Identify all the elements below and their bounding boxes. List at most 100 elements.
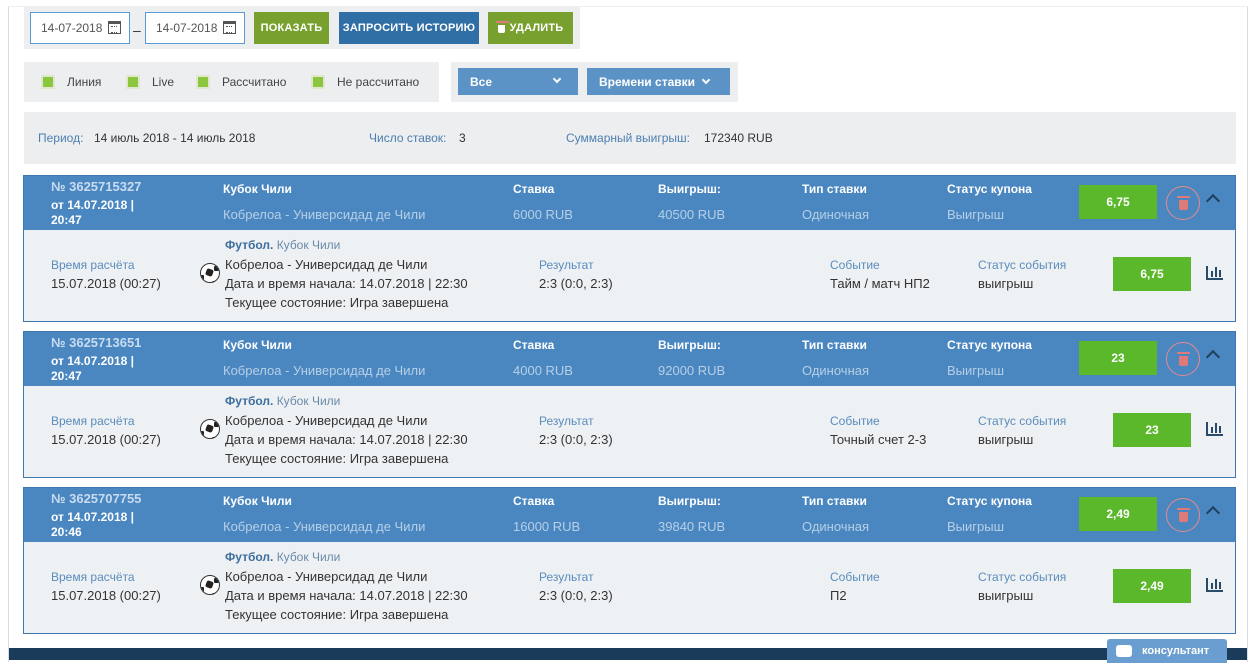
event-value: П2: [830, 588, 847, 603]
event-label: Событие: [830, 570, 880, 584]
chevron-up-icon[interactable]: [1205, 193, 1221, 209]
coupon-status-label: Статус купона: [947, 494, 1032, 508]
chat-icon: [1116, 645, 1132, 657]
coupon-odds-badge: 2,49: [1079, 497, 1157, 531]
coupon-odds-badge: 6,75: [1079, 185, 1157, 219]
stake-value: 6000 RUB: [513, 207, 573, 222]
tournament-title: Кубок Чили: [223, 494, 292, 508]
event-match: Кобрелоа - Универсидад де Чили: [225, 413, 428, 428]
filter-calculated[interactable]: Рассчитано: [196, 75, 286, 89]
chevron-up-icon[interactable]: [1205, 349, 1221, 365]
consultant-label: консультант: [1142, 645, 1210, 657]
coupon-status-label: Статус купона: [947, 338, 1032, 352]
stats-icon[interactable]: [1206, 422, 1223, 436]
sport-tournament: Футбол. Кубок Чили: [225, 394, 340, 408]
checkbox[interactable]: [126, 75, 140, 89]
coupon-number: № 3625713651: [51, 335, 142, 350]
stake-label: Ставка: [513, 494, 555, 508]
total-value: 172340 RUB: [704, 131, 773, 145]
event-state: Текущее состояние: Игра завершена: [225, 607, 449, 622]
filter-label: Live: [152, 75, 175, 89]
event-status-label: Статус события: [978, 414, 1067, 428]
filter-label: Рассчитано: [222, 75, 287, 89]
type-select[interactable]: Все: [458, 68, 578, 95]
event-label: Событие: [830, 258, 880, 272]
football-icon: [200, 419, 220, 439]
show-button[interactable]: ПОКАЗАТЬ: [254, 12, 329, 44]
coupon-date: от 14.07.2018 | 20:46: [51, 510, 134, 539]
date-to-value: 14-07-2018: [156, 21, 218, 35]
coupon-status-value: Выигрыш: [947, 207, 1005, 222]
trash-icon: [1176, 195, 1190, 210]
calc-time-label: Время расчёта: [51, 414, 135, 428]
date-toolbar: 14-07-2018 – 14-07-2018 ПОКАЗАТЬ ЗАПРОСИ…: [24, 7, 580, 49]
coupon-header[interactable]: № 3625707755 от 14.07.2018 | 20:46 Кубок…: [24, 488, 1235, 542]
event-match: Кобрелоа - Универсидад де Чили: [225, 569, 428, 584]
checkbox[interactable]: [196, 75, 210, 89]
delete-button[interactable]: УДАЛИТЬ: [488, 12, 573, 44]
coupon-status-value: Выигрыш: [947, 519, 1005, 534]
sport-name: Футбол.: [225, 238, 274, 252]
bet-type-label: Тип ставки: [802, 338, 867, 352]
filter-not-calculated[interactable]: Не рассчитано: [311, 75, 419, 89]
result-label: Результат: [539, 258, 594, 272]
tournament-name: Кубок Чили: [276, 394, 341, 408]
coupon-date: от 14.07.2018 | 20:47: [51, 198, 134, 227]
date-from-value: 14-07-2018: [41, 21, 103, 35]
event-state: Текущее состояние: Игра завершена: [225, 451, 449, 466]
event-start: Дата и время начала: 14.07.2018 | 22:30: [225, 276, 468, 291]
coupon-header[interactable]: № 3625713651 от 14.07.2018 | 20:47 Кубок…: [24, 332, 1235, 386]
period-value: 14 июль 2018 - 14 июль 2018: [94, 131, 256, 145]
calc-time-label: Время расчёта: [51, 570, 135, 584]
filter-live[interactable]: Live: [126, 75, 174, 89]
date-separator: –: [133, 22, 141, 38]
result-label: Результат: [539, 570, 594, 584]
football-icon: [200, 263, 220, 283]
event-label: Событие: [830, 414, 880, 428]
calc-time-value: 15.07.2018 (00:27): [51, 432, 161, 447]
filter-label: Не рассчитано: [337, 75, 420, 89]
date-from-input[interactable]: 14-07-2018: [30, 12, 130, 44]
chevron-up-icon[interactable]: [1205, 505, 1221, 521]
consultant-button[interactable]: консультант: [1107, 639, 1227, 663]
stake-label: Ставка: [513, 338, 555, 352]
stats-icon[interactable]: [1206, 266, 1223, 280]
coupon-card: № 3625713651 от 14.07.2018 | 20:47 Кубок…: [23, 331, 1236, 478]
trash-icon: [495, 21, 509, 33]
coupon-card: № 3625707755 от 14.07.2018 | 20:46 Кубок…: [23, 487, 1236, 634]
coupon-status-label: Статус купона: [947, 182, 1032, 196]
coupon-header[interactable]: № 3625715327 от 14.07.2018 | 20:47 Кубок…: [24, 176, 1235, 230]
coupon-number: № 3625707755: [51, 491, 142, 506]
event-odds-badge: 6,75: [1113, 257, 1191, 291]
calendar-icon[interactable]: [108, 21, 121, 34]
delete-coupon-button[interactable]: [1166, 186, 1200, 220]
calendar-icon[interactable]: [223, 21, 236, 34]
period-label: Период:: [38, 131, 84, 145]
match-name: Кобрелоа - Универсидад де Чили: [223, 207, 426, 222]
stats-icon[interactable]: [1206, 578, 1223, 592]
filter-label: Линия: [67, 75, 102, 89]
result-value: 2:3 (0:0, 2:3): [539, 588, 613, 603]
checkbox[interactable]: [311, 75, 325, 89]
bet-type-value: Одиночная: [802, 363, 870, 378]
footer-bar: [9, 648, 1247, 660]
bet-type-value: Одиночная: [802, 519, 870, 534]
date-to-input[interactable]: 14-07-2018: [145, 12, 245, 44]
result-value: 2:3 (0:0, 2:3): [539, 432, 613, 447]
chevron-down-icon: [552, 74, 562, 84]
request-history-button[interactable]: ЗАПРОСИТЬ ИСТОРИЮ: [339, 12, 479, 44]
win-label: Выигрыш:: [658, 494, 721, 508]
sort-select[interactable]: Времени ставки: [587, 68, 730, 95]
coupon-odds-badge: 23: [1079, 341, 1157, 375]
delete-coupon-button[interactable]: [1166, 498, 1200, 532]
bet-type-label: Тип ставки: [802, 182, 867, 196]
coupon-date: от 14.07.2018 | 20:47: [51, 354, 134, 383]
delete-coupon-button[interactable]: [1166, 342, 1200, 376]
tournament-name: Кубок Чили: [276, 238, 341, 252]
filter-line[interactable]: Линия: [41, 75, 101, 89]
trash-icon: [1176, 351, 1190, 366]
sort-select-value: Времени ставки: [599, 74, 696, 89]
checkbox[interactable]: [41, 75, 55, 89]
tournament-title: Кубок Чили: [223, 338, 292, 352]
event-status-value: выигрыш: [978, 432, 1034, 447]
